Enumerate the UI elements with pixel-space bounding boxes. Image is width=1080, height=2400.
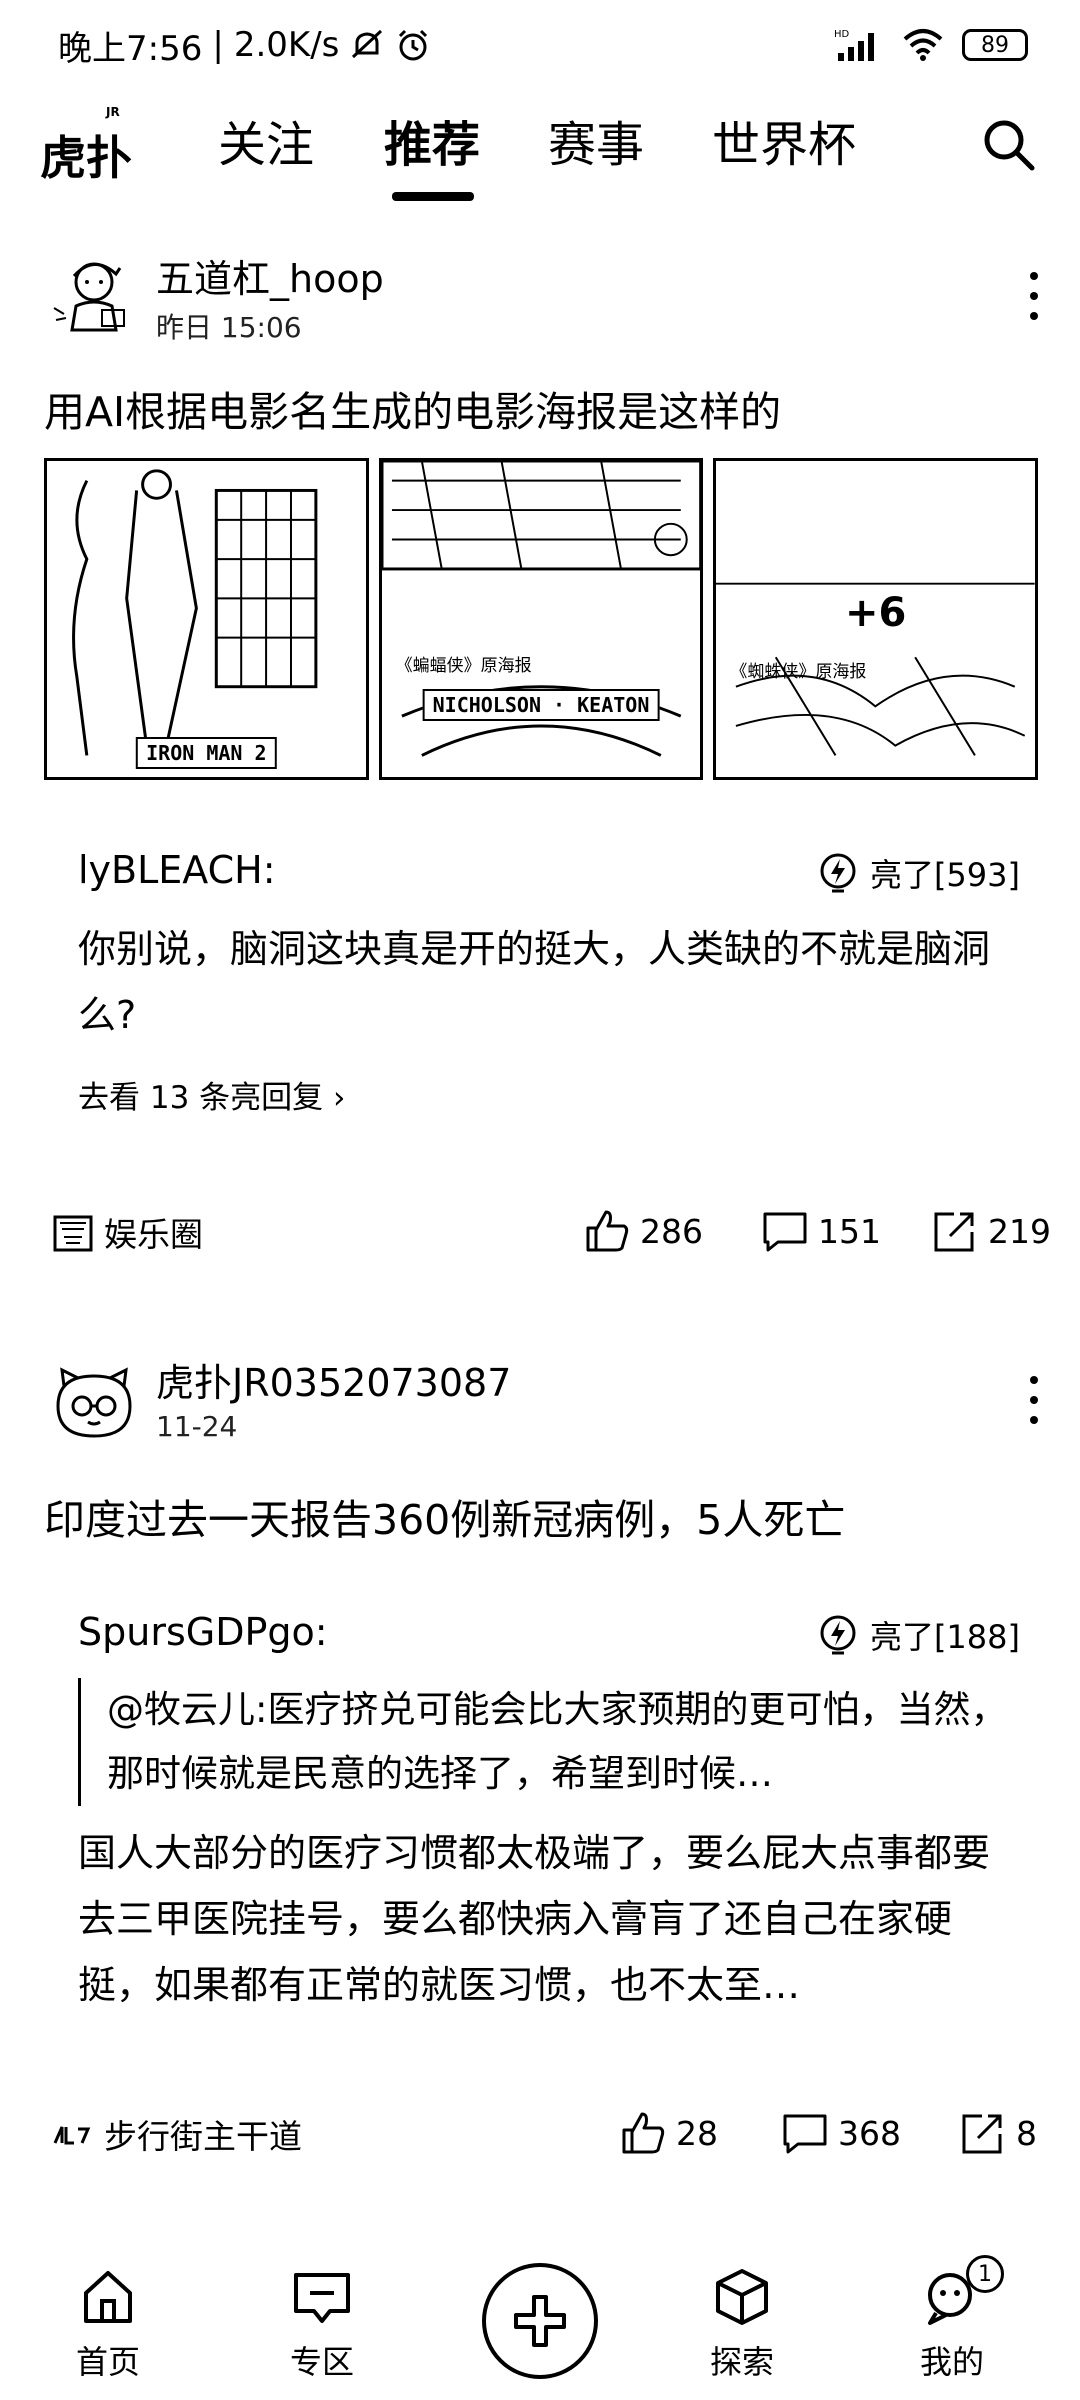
comment-user[interactable]: lyBLEACH:	[78, 848, 276, 892]
like-button[interactable]: 28	[618, 2108, 718, 2158]
cube-icon	[716, 2269, 768, 2325]
post-footer: 步行街主干道 28 368 8	[0, 2098, 1080, 2168]
nav-explore[interactable]: 探索	[672, 2245, 812, 2395]
post-time: 昨日 15:06	[156, 311, 302, 344]
avatar[interactable]	[44, 1356, 144, 1456]
poster-illustration	[381, 461, 701, 757]
poster-title-band: NICHOLSON · KEATON	[422, 689, 660, 721]
post-image-more[interactable]: +6 《蜘蛛侠》原海报	[713, 458, 1039, 780]
comment-count: 368	[838, 2113, 901, 2153]
nav-zone-label: 专区	[289, 2343, 354, 2381]
plus-icon	[514, 2295, 566, 2347]
poster-title-band: IRON MAN 2	[136, 737, 277, 769]
home-icon	[84, 2271, 132, 2323]
like-button[interactable]: 286	[582, 1206, 703, 1256]
share-button[interactable]: 219	[930, 1206, 1051, 1256]
nav-home[interactable]: 首页	[38, 2245, 178, 2395]
share-icon	[934, 1212, 974, 1252]
comment-icon	[763, 1212, 807, 1252]
tab-events[interactable]: 赛事	[548, 110, 644, 180]
share-count: 219	[988, 1211, 1051, 1251]
tab-world-cup[interactable]: 世界杯	[712, 110, 856, 180]
light-count[interactable]: 亮了[188]	[816, 1612, 1020, 1658]
search-icon[interactable]	[978, 114, 1038, 174]
post-footer: 娱乐圈 286 151 219	[0, 1196, 1080, 1266]
avatar[interactable]	[44, 244, 144, 344]
comment-text[interactable]: 你别说，脑洞这块真是开的挺大，人类缺的不就是脑洞么?	[78, 916, 998, 1048]
svg-text:HD: HD	[834, 29, 850, 40]
status-bar: 晚上7:56 | 2.0K/s HD 89	[0, 0, 1080, 90]
post-time: 11-24	[156, 1410, 238, 1443]
post-title[interactable]: 用AI根据电影名生成的电影海报是这样的	[44, 378, 781, 438]
status-net-speed: 2.0K/s	[233, 25, 340, 65]
notification-badge: 1	[966, 2255, 1004, 2293]
more-options-icon[interactable]	[1024, 266, 1044, 326]
quoted-reply[interactable]: @牧云儿:医疗挤兑可能会比大家预期的更可怕，当然，那时候就是民意的选择了，希望到…	[78, 1678, 1008, 1806]
poster-caption: 《蜘蛛侠》原海报	[730, 662, 867, 682]
thumbs-up-icon	[622, 2112, 665, 2154]
logo-text: 虎扑	[40, 131, 132, 185]
circle-tag[interactable]: 步行街主干道	[52, 2110, 302, 2158]
tab-follow[interactable]: 关注	[218, 110, 314, 180]
circle-icon	[53, 1215, 93, 1252]
nav-explore-label: 探索	[709, 2343, 774, 2381]
mute-icon	[352, 29, 383, 59]
lightning-icon	[820, 1615, 856, 1655]
nav-me[interactable]: 1 我的	[882, 2245, 1022, 2395]
poster-caption: 《蝙蝠侠》原海报	[395, 656, 532, 676]
circle-name: 步行街主干道	[104, 2117, 302, 2156]
post-image-grid: IRON MAN 2 《蝙蝠侠》原海报 NICHOLSON · KEATON +…	[44, 458, 1039, 780]
nav-me-label: 我的	[919, 2343, 984, 2381]
status-separator: |	[212, 25, 224, 65]
light-count-label: 亮了[188]	[869, 1618, 1020, 1656]
like-count: 28	[676, 2113, 718, 2153]
hupu-logo[interactable]: JR 虎扑	[40, 102, 140, 190]
post-author[interactable]: 五道杠_hoop	[156, 248, 384, 303]
post-image[interactable]: 《蝙蝠侠》原海报 NICHOLSON · KEATON	[378, 458, 704, 780]
top-nav: JR 虎扑 关注 推荐 赛事 世界杯	[0, 90, 1080, 210]
share-icon	[962, 2114, 1002, 2154]
active-tab-indicator	[392, 192, 474, 201]
bottom-nav: 首页 专区 探索 1 我的	[0, 2245, 1080, 2400]
thumbs-up-icon	[586, 1210, 629, 1252]
comment-count: 151	[818, 1211, 881, 1251]
comment-icon	[783, 2114, 827, 2154]
comment-button[interactable]: 151	[760, 1206, 881, 1256]
status-time: 晚上7:56	[58, 28, 203, 69]
light-count[interactable]: 亮了[593]	[816, 850, 1020, 896]
circle-tag[interactable]: 娱乐圈	[52, 1208, 203, 1256]
alarm-icon	[399, 29, 428, 61]
nav-home-label: 首页	[75, 2343, 140, 2381]
share-button[interactable]: 8	[958, 2108, 1037, 2158]
see-more-replies-link[interactable]: 去看 13 条亮回复 ›	[78, 1072, 345, 1117]
battery-indicator: 89	[962, 29, 1028, 61]
like-count: 286	[640, 1211, 703, 1251]
comment-text[interactable]: 国人大部分的医疗习惯都太极端了，要么屁大点事都要去三甲医院挂号，要么都快病入膏肓…	[78, 1820, 998, 2018]
share-count: 8	[1016, 2113, 1037, 2153]
more-options-icon[interactable]	[1024, 1370, 1044, 1430]
post-author[interactable]: 虎扑JR0352073087	[156, 1352, 511, 1407]
comment-user[interactable]: SpursGDPgo:	[78, 1610, 328, 1654]
circle-icon	[53, 2126, 91, 2145]
logo-sup: JR	[105, 105, 120, 119]
zone-icon	[294, 2273, 350, 2323]
tab-recommend[interactable]: 推荐	[384, 110, 480, 180]
wifi-icon	[903, 29, 943, 61]
comment-button[interactable]: 368	[780, 2108, 901, 2158]
post-image[interactable]: IRON MAN 2	[44, 458, 369, 780]
post-title[interactable]: 印度过去一天报告360例新冠病例，5人死亡	[44, 1486, 845, 1546]
poster-illustration	[72, 469, 318, 756]
nav-zone[interactable]: 专区	[252, 2245, 392, 2395]
lightning-icon	[820, 853, 856, 893]
create-post-button[interactable]	[482, 2263, 598, 2379]
more-images-count: +6	[844, 589, 907, 636]
circle-name: 娱乐圈	[104, 1215, 203, 1254]
signal-icon: HD	[834, 29, 874, 61]
light-count-label: 亮了[593]	[869, 856, 1020, 894]
